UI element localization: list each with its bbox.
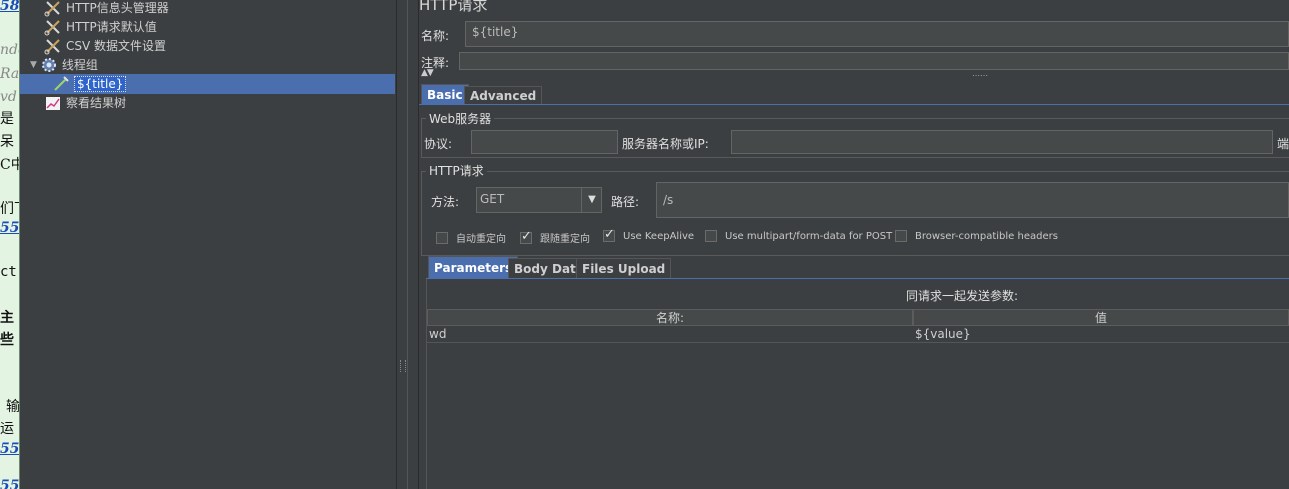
gear-icon (40, 56, 58, 74)
bg-text: 55 (0, 478, 20, 489)
column-header-value[interactable]: 值 (913, 309, 1289, 326)
bg-text: 呆 (0, 134, 14, 150)
bg-text: ct (0, 264, 17, 280)
tab-parameters[interactable]: Parameters (428, 256, 519, 278)
tree-item-csv-data-set[interactable]: CSV 数据文件设置 (44, 36, 166, 55)
checkbox-label: 跟随重定向 (540, 234, 590, 245)
bg-text: 55 (0, 441, 20, 457)
bg-text: 运 (0, 421, 14, 437)
panel-border (408, 0, 419, 489)
keepalive-checkbox[interactable]: Use KeepAlive (603, 227, 695, 242)
bg-text: 是 (0, 111, 14, 127)
tab-basic[interactable]: Basic (421, 84, 469, 104)
method-value: GET (480, 192, 505, 206)
tree-item-http-request-defaults[interactable]: HTTP请求默认值 (44, 17, 157, 36)
bg-text: nde (0, 42, 19, 58)
checkbox-label: Use KeepAlive (623, 230, 695, 242)
tab-underline (419, 104, 1289, 105)
bg-text: 主 (0, 310, 14, 326)
port-label: 端 (1277, 137, 1289, 151)
bg-text: 些 (0, 332, 14, 348)
wrench-scissors-icon (44, 18, 62, 36)
bg-text: 输 (6, 399, 20, 415)
tree-item-http-header-manager[interactable]: HTTP信息头管理器 (44, 0, 169, 17)
checkbox-box (603, 227, 615, 242)
tree-item-view-results-tree[interactable]: 察看结果树 (44, 93, 126, 112)
protocol-field[interactable] (471, 130, 618, 154)
web-server-title: Web服务器 (426, 110, 495, 127)
tree-item-label: ${title} (74, 75, 127, 92)
multipart-checkbox[interactable]: Use multipart/form-data for POST (705, 230, 892, 242)
bg-text: 58 (0, 0, 20, 14)
tree-item-label: 察看结果树 (66, 96, 127, 110)
tree-item-label: 线程组 (61, 58, 98, 72)
tree-item-thread-group[interactable]: ▼ 线程组 (30, 55, 98, 74)
chart-icon (44, 94, 62, 112)
comment-field[interactable] (459, 52, 1289, 70)
http-request-title: HTTP请求 (426, 162, 487, 179)
expand-triangle-icon[interactable]: ▼ (30, 60, 37, 70)
bg-text: Ra (0, 66, 20, 82)
collapse-arrows-icon[interactable]: ▲▼ (421, 68, 434, 78)
server-field[interactable] (731, 130, 1273, 154)
column-header-name[interactable]: 名称: (427, 309, 913, 326)
checkbox-label: 自动重定向 (456, 234, 506, 245)
http-request-editor: HTTP请求 名称: ${title} 注释: ▲▼ ⋯⋯ Basic Adva… (419, 0, 1289, 489)
divider-grip (400, 360, 406, 372)
wrench-scissors-icon (44, 37, 62, 55)
checkbox-box (705, 230, 717, 242)
param-name-cell[interactable]: wd (427, 326, 446, 342)
table-row[interactable] (427, 326, 1289, 343)
tab-files-upload[interactable]: Files Upload (576, 258, 672, 278)
tree-item-label: HTTP请求默认值 (66, 20, 157, 34)
checkbox-label: Use multipart/form-data for POST (725, 230, 893, 242)
tree-item-label: CSV 数据文件设置 (66, 39, 167, 53)
checkbox-label: Browser-compatible headers (915, 230, 1058, 242)
path-label: 路径: (611, 195, 640, 209)
parameters-caption: 同请求一起发送参数: (906, 289, 1019, 303)
protocol-label: 协议: (424, 137, 453, 151)
bg-text: 们下 (0, 201, 19, 217)
dropdown-arrow-icon[interactable]: ▼ (581, 188, 602, 212)
bg-text: 55 (0, 220, 20, 236)
split-pane-divider[interactable] (396, 0, 408, 489)
pipette-icon (52, 75, 70, 93)
test-plan-tree[interactable]: HTTP信息头管理器 HTTP请求默认值 CSV 数据文件设置 ▼ 线程组 ${… (20, 0, 396, 489)
browser-headers-checkbox[interactable]: Browser-compatible headers (895, 230, 1058, 242)
resize-grip-icon[interactable]: ⋯⋯ (972, 71, 988, 80)
path-field[interactable]: /s (656, 182, 1289, 218)
panel-title: HTTP请求 (419, 0, 488, 14)
name-label: 名称: (421, 29, 450, 43)
background-document-strip: 58 nde Ra vd 是 呆 C中 们下 55 ct 主 些 输 运 55 … (0, 0, 20, 489)
param-value-cell[interactable]: ${value} (913, 326, 971, 342)
server-label: 服务器名称或IP: (622, 137, 709, 151)
tree-item-http-sampler[interactable]: ${title} (52, 74, 127, 93)
method-label: 方法: (431, 195, 460, 209)
checkbox-box (520, 229, 532, 244)
bg-text: vd (0, 89, 17, 105)
checkbox-box (895, 230, 907, 242)
bg-text: C中 (0, 157, 19, 173)
auto-redirect-checkbox[interactable]: 自动重定向 (436, 230, 506, 245)
tree-item-label: HTTP信息头管理器 (66, 1, 169, 15)
wrench-scissors-icon (44, 0, 62, 17)
checkbox-box (436, 231, 448, 244)
tab-advanced[interactable]: Advanced (464, 86, 543, 104)
follow-redirect-checkbox[interactable]: 跟随重定向 (520, 229, 590, 245)
name-field[interactable]: ${title} (465, 21, 1289, 47)
